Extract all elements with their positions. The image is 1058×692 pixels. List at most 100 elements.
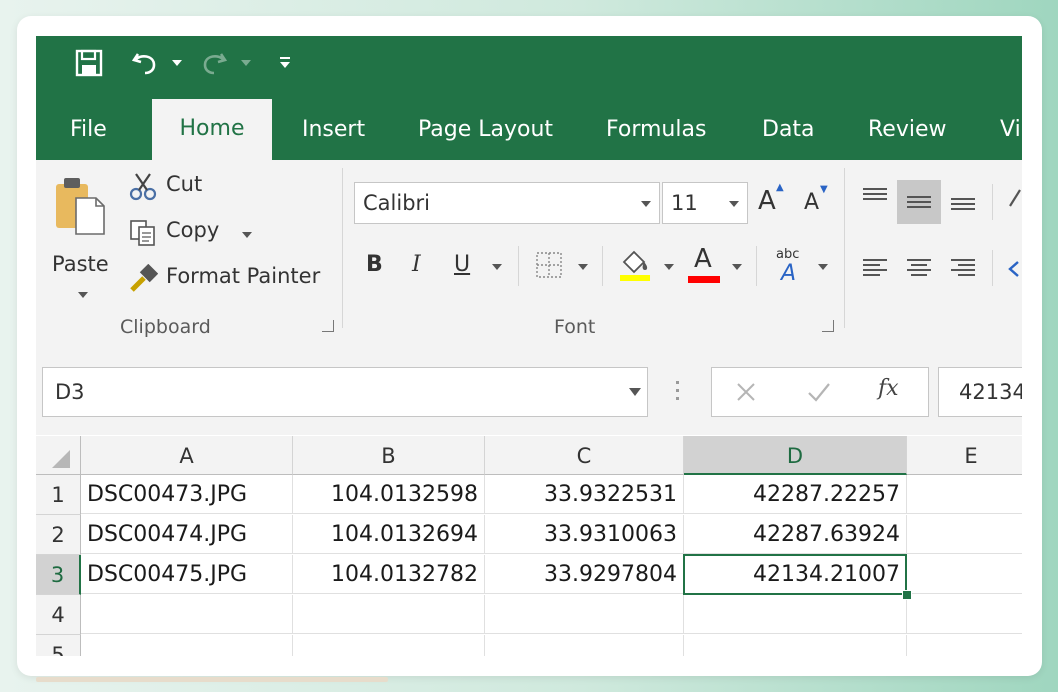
chevron-down-icon: [729, 201, 739, 207]
cell-c2[interactable]: 33.9310063: [485, 515, 684, 554]
cell-b5[interactable]: [293, 635, 485, 656]
tab-view[interactable]: Vi: [1000, 100, 1021, 160]
undo-dropdown[interactable]: [172, 48, 182, 78]
orientation-icon[interactable]: [1006, 184, 1022, 214]
row-header-3[interactable]: 3: [36, 555, 81, 595]
fill-handle[interactable]: [902, 590, 912, 600]
clipboard-paste-icon: [56, 178, 105, 235]
cell-e3[interactable]: [907, 555, 1022, 594]
cell-e5[interactable]: [907, 635, 1022, 656]
grow-font-button[interactable]: A ▲: [758, 182, 784, 216]
cell-b3[interactable]: 104.0132782: [293, 555, 485, 594]
align-right-icon[interactable]: [948, 254, 978, 284]
cell-d2[interactable]: 42287.63924: [684, 515, 907, 554]
font-color-button[interactable]: A: [688, 244, 722, 284]
cut-button[interactable]: Cut: [128, 170, 218, 204]
font-launcher-icon[interactable]: [822, 320, 834, 332]
cell-c3[interactable]: 33.9297804: [485, 555, 684, 594]
font-group-label: Font: [554, 316, 596, 338]
chevron-down-icon[interactable]: [629, 388, 641, 396]
cell-b4[interactable]: [293, 595, 485, 634]
cell-a3[interactable]: DSC00475.JPG: [81, 555, 293, 594]
fill-color-dropdown-icon[interactable]: [664, 264, 674, 270]
cell-c1[interactable]: 33.9322531: [485, 475, 684, 514]
italic-button[interactable]: I: [412, 252, 421, 277]
top-align-icon[interactable]: [860, 184, 890, 214]
column-header-b[interactable]: B: [293, 436, 485, 475]
enter-check-icon[interactable]: [806, 380, 832, 404]
font-color-dropdown-icon[interactable]: [732, 264, 742, 270]
tab-home[interactable]: Home: [152, 99, 272, 161]
shrink-font-button[interactable]: A ▼: [804, 184, 828, 215]
undo-button[interactable]: [130, 48, 160, 78]
cell-a2[interactable]: DSC00474.JPG: [81, 515, 293, 554]
decrease-indent-icon[interactable]: [1004, 254, 1022, 284]
name-box[interactable]: D3: [42, 367, 648, 417]
customize-qat-button[interactable]: [279, 48, 291, 78]
select-all-button[interactable]: [36, 436, 81, 475]
borders-icon[interactable]: [534, 250, 564, 280]
underline-dropdown-icon[interactable]: [492, 264, 502, 270]
undo-icon: [131, 53, 156, 75]
tab-file[interactable]: File: [70, 100, 107, 160]
cell-d1[interactable]: 42287.22257: [684, 475, 907, 514]
grow-font-label: A: [758, 186, 776, 216]
cell-b2[interactable]: 104.0132694: [293, 515, 485, 554]
paste-button[interactable]: Paste: [44, 168, 116, 300]
redo-dropdown[interactable]: [241, 48, 251, 78]
column-header-d[interactable]: D: [684, 436, 907, 475]
row-header-4[interactable]: 4: [36, 595, 81, 635]
svg-text:abc: abc: [776, 247, 799, 262]
phonetic-dropdown-icon[interactable]: [818, 264, 828, 270]
tab-formulas[interactable]: Formulas: [606, 100, 706, 160]
insert-function-button[interactable]: fx: [878, 376, 899, 401]
cell-d5[interactable]: [684, 635, 907, 656]
save-button[interactable]: [74, 48, 104, 78]
column-header-c[interactable]: C: [485, 436, 684, 475]
caret-up-icon: ▲: [776, 182, 784, 193]
cell-b1[interactable]: 104.0132598: [293, 475, 485, 514]
bottom-align-icon[interactable]: [948, 184, 978, 214]
column-header-a[interactable]: A: [81, 436, 293, 475]
row-header-2[interactable]: 2: [36, 515, 81, 555]
copy-button[interactable]: Copy: [128, 216, 258, 250]
font-size-select[interactable]: 11: [662, 182, 748, 224]
cell-c4[interactable]: [485, 595, 684, 634]
tab-review[interactable]: Review: [868, 100, 947, 160]
tab-data[interactable]: Data: [762, 100, 815, 160]
scissors-icon: [129, 173, 157, 201]
formula-value: 42134.21007: [959, 380, 1022, 404]
phonetic-icon[interactable]: abc A: [772, 244, 806, 284]
cell-c5[interactable]: [485, 635, 684, 656]
cancel-icon[interactable]: [734, 380, 758, 404]
chevron-down-icon: [242, 232, 252, 238]
excel-window: File Home Insert Page Layout Formulas Da…: [36, 36, 1022, 656]
redo-button[interactable]: [199, 48, 229, 78]
cell-a5[interactable]: [81, 635, 293, 656]
formula-input[interactable]: 42134.21007: [938, 367, 1022, 417]
column-header-e[interactable]: E: [907, 436, 1022, 475]
underline-button[interactable]: U: [454, 252, 470, 277]
row-header-5[interactable]: 5: [36, 635, 81, 656]
tab-insert[interactable]: Insert: [302, 100, 365, 160]
alignment-divider: [992, 184, 993, 220]
font-family-select[interactable]: Calibri: [354, 182, 660, 224]
cell-d3[interactable]: 42134.21007: [684, 555, 907, 594]
middle-align-button[interactable]: [897, 180, 941, 224]
bold-button[interactable]: B: [366, 252, 383, 277]
cell-d4[interactable]: [684, 595, 907, 634]
fill-color-icon[interactable]: [618, 246, 652, 282]
format-painter-button[interactable]: Format Painter: [128, 262, 328, 296]
borders-dropdown-icon[interactable]: [578, 264, 588, 270]
row-header-1[interactable]: 1: [36, 475, 81, 515]
formula-bar-grip[interactable]: [676, 381, 680, 401]
clipboard-launcher-icon[interactable]: [322, 320, 334, 332]
cell-a4[interactable]: [81, 595, 293, 634]
cell-a1[interactable]: DSC00473.JPG: [81, 475, 293, 514]
cell-e1[interactable]: [907, 475, 1022, 514]
cell-e2[interactable]: [907, 515, 1022, 554]
cell-e4[interactable]: [907, 595, 1022, 634]
align-left-icon[interactable]: [860, 254, 890, 284]
align-center-icon[interactable]: [904, 254, 934, 284]
tab-page-layout[interactable]: Page Layout: [418, 100, 553, 160]
